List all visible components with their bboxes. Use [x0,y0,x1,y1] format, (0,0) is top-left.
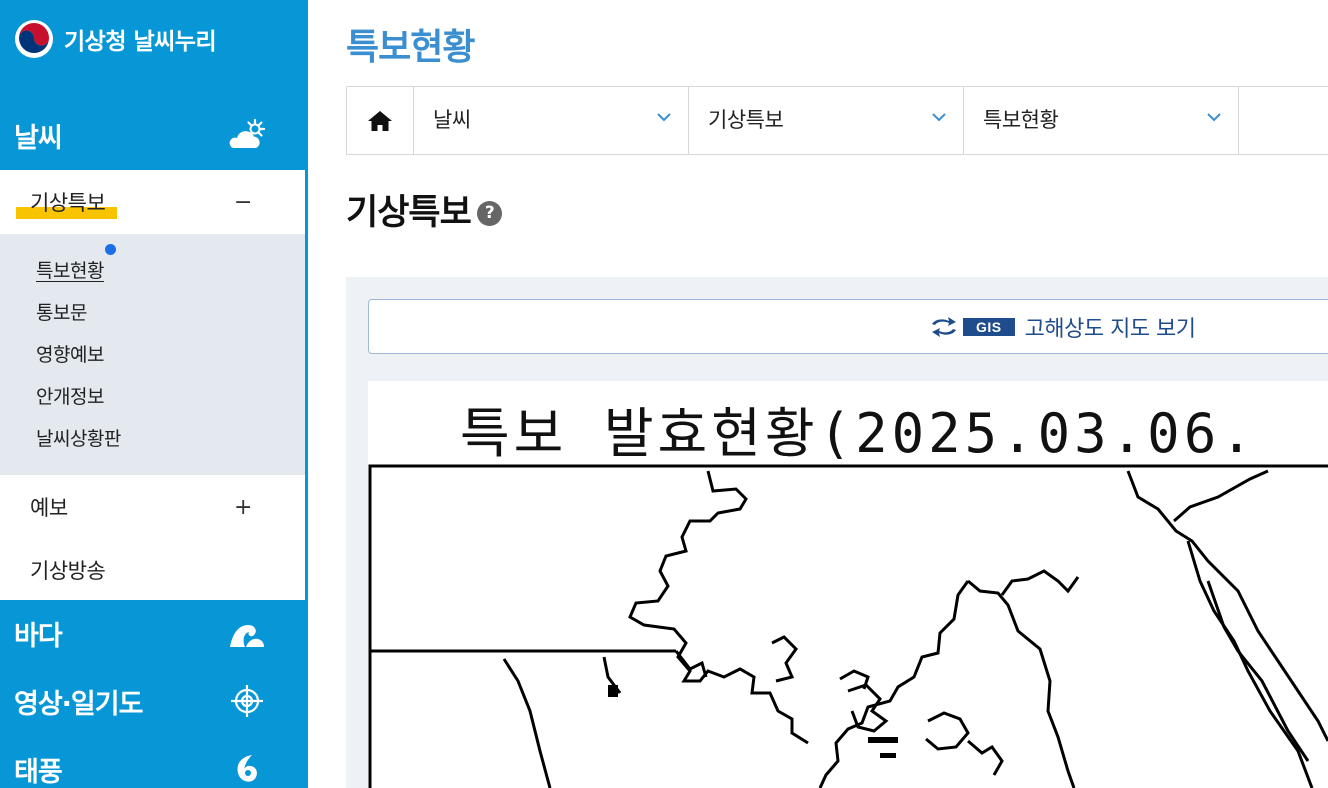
warning-leaf-list: 특보현황 통보문 영향예보 안개정보 날씨상황판 [0,234,305,475]
gis-badge: GIS [963,318,1015,336]
submenu-broadcast[interactable]: 기상방송 [0,539,305,600]
submenu-forecast-label: 예보 [30,496,68,520]
logo[interactable]: 기상청 날씨누리 [14,18,217,60]
menu-sea[interactable]: 바다 [0,600,308,666]
submenu-broadcast-label: 기상방송 [30,558,106,583]
breadcrumb-home[interactable] [347,87,414,154]
target-icon [231,685,263,717]
breadcrumb-weather[interactable]: 날씨 [414,87,689,154]
brand-name: 기상청 날씨누리 [64,29,217,55]
collapse-icon[interactable]: − [234,190,252,215]
wave-icon [230,625,264,647]
typhoon-icon [237,755,257,782]
leaf-impact-forecast[interactable]: 영향예보 [36,340,104,367]
breadcrumb-weather-label: 날씨 [433,108,471,132]
breadcrumb-warning-status[interactable]: 특보현황 [964,87,1239,154]
expand-icon[interactable]: + [234,495,252,520]
leaf-bulletin[interactable]: 통보문 [36,298,87,325]
submenu-warning[interactable]: 기상특보 − [0,170,305,234]
sun-cloud-icon [229,118,266,148]
menu-typhoon[interactable]: 태풍 [0,736,308,788]
warning-map-image: 특보 발효현황(2025.03.06. [368,381,1328,788]
swap-icon [932,317,956,337]
weather-submenu: 기상특보 − 특보현황 통보문 영향예보 안개정보 날씨상황판 예보 + 기상방… [0,170,305,600]
home-icon [368,110,392,131]
leaf-weather-board[interactable]: 날씨상황판 [36,424,121,451]
chevron-down-icon [1207,113,1221,122]
map-outline [368,464,1328,788]
breadcrumb-warning-label: 기상특보 [708,108,784,132]
submenu-forecast[interactable]: 예보 + [0,475,305,539]
menu-satellite-chart[interactable]: 영상·일기도 [0,668,308,734]
menu-weather[interactable]: 날씨 [0,102,308,168]
submenu-warning-label-wrap: 기상특보 [16,187,118,219]
new-badge-dot [104,244,116,255]
leaf-warning-status-label: 특보현황 [36,260,104,282]
breadcrumb-warning[interactable]: 기상특보 [689,87,964,154]
kma-logo-icon [15,20,53,58]
submenu-warning-label: 기상특보 [30,191,106,215]
menu-sea-label: 바다 [14,620,63,652]
section-title: 기상특보 ? [346,184,502,235]
gis-map-button[interactable]: GIS 고해상도 지도 보기 [368,299,1328,354]
leaf-fog-info[interactable]: 안개정보 [36,382,104,409]
menu-typhoon-label: 태풍 [14,756,63,788]
leaf-warning-status[interactable]: 특보현황 [36,244,116,283]
help-icon[interactable]: ? [476,201,502,226]
menu-weather-label: 날씨 [14,122,63,154]
chevron-down-icon [657,113,671,122]
breadcrumb: 날씨 기상특보 특보현황 [346,86,1328,155]
gis-button-label: 고해상도 지도 보기 [1024,317,1196,342]
chevron-down-icon [932,113,946,122]
section-title-text: 기상특보 [346,193,472,233]
menu-satellite-chart-label: 영상·일기도 [14,688,143,720]
gis-button-content: GIS 고해상도 지도 보기 [929,311,1196,343]
sidebar: 기상청 날씨누리 날씨 기상특보 − 특보현황 통보문 영향예보 안개정보 날씨… [0,0,308,788]
breadcrumb-warning-status-label: 특보현황 [983,108,1059,132]
page-title: 특보현황 [346,27,475,68]
map-panel: GIS 고해상도 지도 보기 특보 발효현황(2025.03.06. [346,277,1328,788]
